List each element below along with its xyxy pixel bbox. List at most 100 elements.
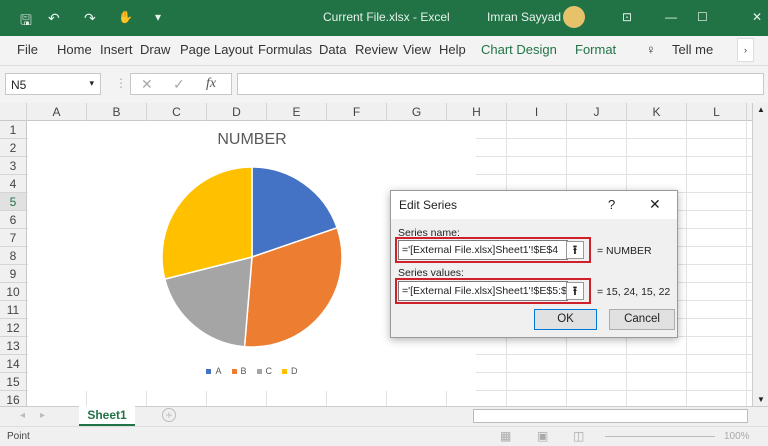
row-header-9[interactable]: 9 (0, 265, 27, 283)
close-button[interactable]: ✕ (752, 10, 762, 24)
undo-icon[interactable]: ↶ (48, 10, 60, 27)
tab-page-layout[interactable]: Page Layout (180, 42, 253, 57)
cancel-button[interactable]: Cancel (609, 309, 675, 330)
row-header-11[interactable]: 11 (0, 301, 27, 319)
collapse-dialog-icon[interactable]: ⭱ (566, 282, 584, 300)
legend-item-a[interactable]: A (206, 366, 222, 376)
page-layout-view-icon[interactable]: ▣ (537, 429, 548, 443)
prev-sheet-icon[interactable]: ◂ (20, 410, 25, 421)
ribbon-tabs: File Home Insert Draw Page Layout Formul… (0, 36, 768, 66)
row-header-1[interactable]: 1 (0, 121, 27, 139)
tab-help[interactable]: Help (439, 42, 466, 57)
window-title: Current File.xlsx - Excel (323, 10, 450, 24)
select-all-button[interactable] (0, 103, 27, 121)
legend-swatch (256, 369, 262, 374)
column-header-l[interactable]: L (687, 103, 747, 121)
column-header-c[interactable]: C (147, 103, 207, 121)
row-header-3[interactable]: 3 (0, 157, 27, 175)
normal-view-icon[interactable]: ▦ (500, 429, 511, 443)
column-header-k[interactable]: K (627, 103, 687, 121)
ribbon-display-icon[interactable]: ⊡ (622, 10, 632, 24)
legend-swatch (282, 369, 288, 374)
row-header-13[interactable]: 13 (0, 337, 27, 355)
column-header-b[interactable]: B (87, 103, 147, 121)
tab-insert[interactable]: Insert (100, 42, 133, 57)
column-header-d[interactable]: D (207, 103, 267, 121)
legend-item-d[interactable]: D (282, 366, 298, 376)
next-sheet-icon[interactable]: ▸ (40, 410, 45, 421)
row-header-2[interactable]: 2 (0, 139, 27, 157)
zoom-slider[interactable] (605, 436, 715, 437)
row-header-8[interactable]: 8 (0, 247, 27, 265)
tab-view[interactable]: View (403, 42, 431, 57)
new-sheet-button[interactable]: + (162, 408, 176, 422)
series-name-input[interactable]: ='[External File.xlsx]Sheet1'!$E$4 (398, 240, 568, 260)
name-box[interactable]: N5 ▾ (5, 73, 101, 95)
vertical-scrollbar[interactable]: ▲ ▼ (752, 103, 768, 406)
legend-label: C (265, 366, 273, 376)
tab-chart-design[interactable]: Chart Design (481, 42, 557, 57)
avatar[interactable] (563, 6, 585, 28)
cancel-icon[interactable]: ✕ (141, 76, 153, 93)
help-button[interactable]: ? (608, 197, 615, 212)
zoom-level[interactable]: 100% (724, 431, 750, 442)
legend-swatch (231, 369, 237, 374)
dialog-header: Edit Series ? ✕ (391, 191, 677, 219)
chart-legend[interactable]: A B C D (28, 366, 476, 376)
formula-bar-area: N5 ▾ ⋮ ✕ ✓ fx (0, 66, 768, 103)
tab-data[interactable]: Data (319, 42, 346, 57)
column-header-a[interactable]: A (27, 103, 87, 121)
sheet-tabs-bar: ◂ ▸ Sheet1 + (0, 406, 768, 426)
save-icon[interactable]: 🖫 (20, 10, 32, 34)
column-header-e[interactable]: E (267, 103, 327, 121)
customize-qat-icon[interactable]: ▾ (155, 10, 161, 24)
series-values-input[interactable]: ='[External File.xlsx]Sheet1'!$E$5:$E$8 (398, 281, 568, 301)
tab-home[interactable]: Home (57, 42, 92, 57)
user-name[interactable]: Imran Sayyad (487, 10, 561, 24)
row-header-10[interactable]: 10 (0, 283, 27, 301)
horizontal-scrollbar[interactable] (473, 409, 748, 423)
row-header-15[interactable]: 15 (0, 373, 27, 391)
enter-icon[interactable]: ✓ (173, 76, 185, 93)
collapse-dialog-icon[interactable]: ⭱ (566, 241, 584, 259)
redo-icon[interactable]: ↷ (84, 10, 96, 27)
series-name-result: = NUMBER (597, 245, 652, 257)
ribbon-scroll-right[interactable]: › (737, 38, 754, 62)
legend-item-c[interactable]: C (256, 366, 273, 376)
row-header-14[interactable]: 14 (0, 355, 27, 373)
tab-review[interactable]: Review (355, 42, 398, 57)
legend-label: A (215, 366, 222, 376)
name-box-value: N5 (11, 78, 27, 92)
column-header-f[interactable]: F (327, 103, 387, 121)
row-header-5[interactable]: 5 (0, 193, 27, 211)
dialog-close-button[interactable]: ✕ (649, 196, 661, 213)
tab-draw[interactable]: Draw (140, 42, 170, 57)
row-header-7[interactable]: 7 (0, 229, 27, 247)
formula-buttons: ✕ ✓ fx (130, 73, 232, 95)
column-header-j[interactable]: J (567, 103, 627, 121)
formula-input[interactable] (237, 73, 764, 95)
column-header-h[interactable]: H (447, 103, 507, 121)
maximize-button[interactable]: ☐ (697, 10, 708, 24)
column-header-g[interactable]: G (387, 103, 447, 121)
tell-me-search[interactable]: Tell me (672, 42, 713, 57)
tab-file[interactable]: File (17, 42, 38, 57)
scroll-up-icon[interactable]: ▲ (757, 105, 765, 114)
minimize-button[interactable]: — (665, 10, 677, 24)
ok-button[interactable]: OK (534, 309, 597, 330)
row-header-6[interactable]: 6 (0, 211, 27, 229)
legend-item-b[interactable]: B (231, 366, 247, 376)
tab-formulas[interactable]: Formulas (258, 42, 312, 57)
row-header-4[interactable]: 4 (0, 175, 27, 193)
chevron-down-icon: ▾ (89, 78, 94, 88)
page-break-view-icon[interactable]: ◫ (573, 429, 584, 443)
row-header-12[interactable]: 12 (0, 319, 27, 337)
insert-function-icon[interactable]: fx (206, 76, 216, 92)
sheet-tab-sheet1[interactable]: Sheet1 (79, 406, 135, 426)
touch-mode-icon[interactable]: ✋ (118, 10, 133, 24)
tab-format[interactable]: Format (575, 42, 616, 57)
dialog-title: Edit Series (399, 198, 458, 212)
series-values-result: = 15, 24, 15, 22 (597, 286, 671, 298)
column-header-i[interactable]: I (507, 103, 567, 121)
scroll-down-icon[interactable]: ▼ (757, 395, 765, 404)
